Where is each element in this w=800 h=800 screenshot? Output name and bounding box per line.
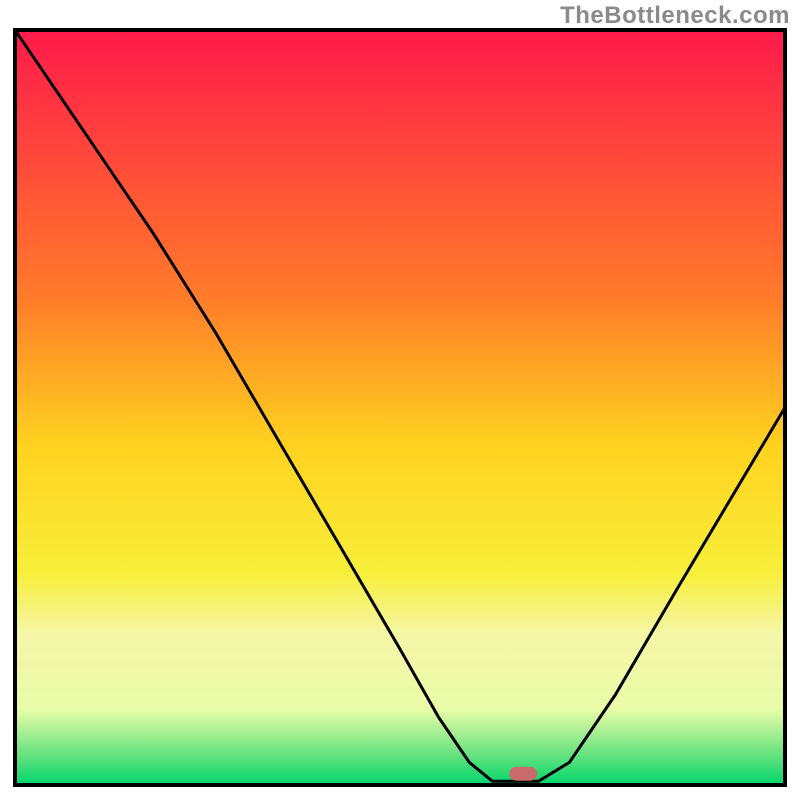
bottleneck-chart xyxy=(0,0,800,800)
optimal-marker xyxy=(509,767,537,781)
chart-container: TheBottleneck.com xyxy=(0,0,800,800)
watermark-text: TheBottleneck.com xyxy=(560,2,790,30)
gradient-background xyxy=(15,30,785,785)
